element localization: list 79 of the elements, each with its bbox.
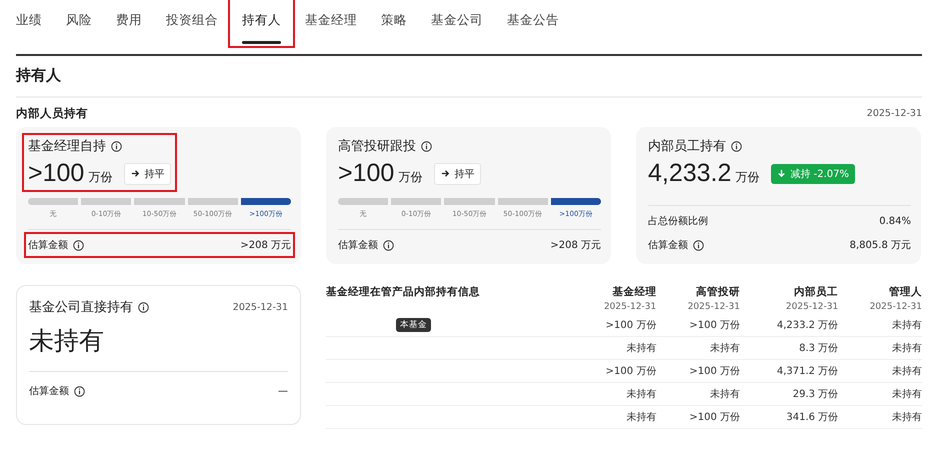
stat-label: 估算金额 [28,238,68,252]
table-title: 基金经理在管产品内部持有信息 [326,286,480,298]
down-arrow-icon [777,169,786,178]
tab[interactable]: 费用 [104,0,154,34]
table-cell: 未持有 [656,382,740,406]
table-cell: 29.3 万份 [740,382,838,406]
tab[interactable]: 策略 [369,0,419,34]
column-date: 2025-12-31 [602,302,656,312]
stat-value: — [278,386,288,396]
stat-label: 占总份额比例 [648,214,708,228]
info-icon[interactable] [421,140,432,152]
table-cell: 未持有 [572,336,656,360]
info-icon[interactable] [74,386,85,396]
table-cell: 4,371.2 万份 [740,360,838,382]
trend-label: 持平 [144,168,164,180]
card-title: 高管投研跟投 [338,138,416,155]
holding-value: 未持有 [29,325,105,357]
column-header: 基金经理 [612,286,656,298]
tab[interactable]: 持有人 [230,0,293,46]
tab[interactable]: 业绩 [16,0,54,34]
tab[interactable]: 基金经理 [293,0,369,34]
holding-value: 4,233.2 [648,159,732,188]
table-cell: >100 万份 [572,314,656,336]
column-date: 2025-12-31 [784,302,838,312]
table-cell: 8.3 万份 [740,336,838,360]
stat-value: 8,805.8 万元 [850,239,911,252]
card-title: 基金公司直接持有 [29,299,133,316]
date-label: 2025-12-31 [866,108,922,119]
stat-value: >208 万元 [550,239,601,252]
current-fund-badge: 本基金 [396,318,431,332]
table-cell: 未持有 [838,336,922,360]
table-cell: 未持有 [838,406,922,428]
stat-label: 估算金额 [29,384,69,398]
date-label: 2025-12-31 [232,302,288,312]
table-cell: 未持有 [572,406,656,428]
info-icon[interactable] [383,240,394,250]
section-title: 内部人员持有 [16,106,88,121]
holding-value: >100 [28,159,84,188]
table-cell: >100 万份 [656,406,740,428]
column-header: 内部员工 [794,286,838,298]
holding-value: >100 [338,159,394,188]
info-icon[interactable] [731,140,742,152]
table-cell: >100 万份 [656,314,740,336]
table-cell: 341.6 万份 [740,406,838,428]
right-arrow-icon [131,169,140,178]
trend-label: 持平 [454,168,474,180]
right-arrow-icon [441,169,450,178]
table-cell: 未持有 [838,360,922,382]
table-cell: >100 万份 [572,360,656,382]
column-header: 管理人 [889,286,922,298]
info-icon[interactable] [138,302,149,312]
tab[interactable]: 基金公告 [495,0,571,34]
stat-label: 估算金额 [648,238,688,252]
trend-label: 减持 -2.07% [790,168,849,180]
tab[interactable]: 投资组合 [154,0,230,34]
info-icon[interactable] [693,240,704,250]
stat-value: >208 万元 [240,239,291,252]
card-title: 基金经理自持 [28,138,106,155]
unit-label: 万份 [398,169,422,186]
table-cell: 4,233.2 万份 [740,314,838,336]
info-icon[interactable] [73,240,84,250]
column-date: 2025-12-31 [686,302,740,312]
table-cell: 未持有 [656,336,740,360]
tab[interactable]: 基金公司 [419,0,495,34]
stat-value: 0.84% [879,216,911,226]
table-cell: 未持有 [838,382,922,406]
column-date: 2025-12-31 [868,302,922,312]
stat-label: 估算金额 [338,238,378,252]
active-underline [242,41,281,44]
column-header: 高管投研 [696,286,740,298]
card-title: 内部员工持有 [648,138,726,155]
unit-label: 万份 [88,169,112,186]
page-title: 持有人 [16,66,61,84]
info-icon[interactable] [111,140,122,152]
table-cell: 未持有 [838,314,922,336]
tab[interactable]: 风险 [54,0,104,34]
table-cell: >100 万份 [656,360,740,382]
table-cell: 未持有 [572,382,656,406]
unit-label: 万份 [735,169,760,186]
